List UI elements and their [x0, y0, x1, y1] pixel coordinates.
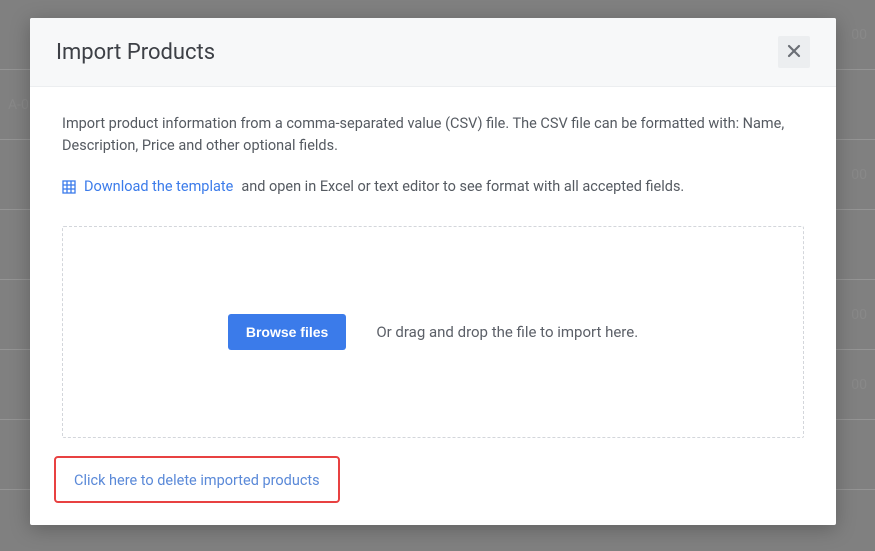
bg-cell: 00 [851, 377, 867, 393]
download-template-link[interactable]: Download the template [84, 176, 233, 198]
grid-icon [62, 180, 76, 194]
bg-cell: 00 [851, 307, 867, 323]
delete-link-highlight: Click here to delete imported products [54, 456, 340, 503]
description-text: Import product information from a comma-… [62, 113, 804, 158]
template-line: Download the template and open in Excel … [62, 176, 804, 198]
bg-cell: 00 [851, 167, 867, 183]
modal-title: Import Products [56, 40, 215, 65]
modal-body: Import product information from a comma-… [30, 87, 836, 525]
modal-header: Import Products [30, 18, 836, 87]
close-icon [787, 42, 801, 63]
import-products-modal: Import Products Import product informati… [30, 18, 836, 525]
browse-files-button[interactable]: Browse files [228, 314, 346, 350]
dropzone-instruction: Or drag and drop the file to import here… [376, 323, 638, 341]
delete-imported-products-link[interactable]: Click here to delete imported products [74, 472, 320, 489]
file-dropzone[interactable]: Browse files Or drag and drop the file t… [62, 226, 804, 438]
close-button[interactable] [778, 36, 810, 68]
template-instruction: and open in Excel or text editor to see … [241, 176, 684, 198]
bg-cell: 00 [851, 27, 867, 43]
